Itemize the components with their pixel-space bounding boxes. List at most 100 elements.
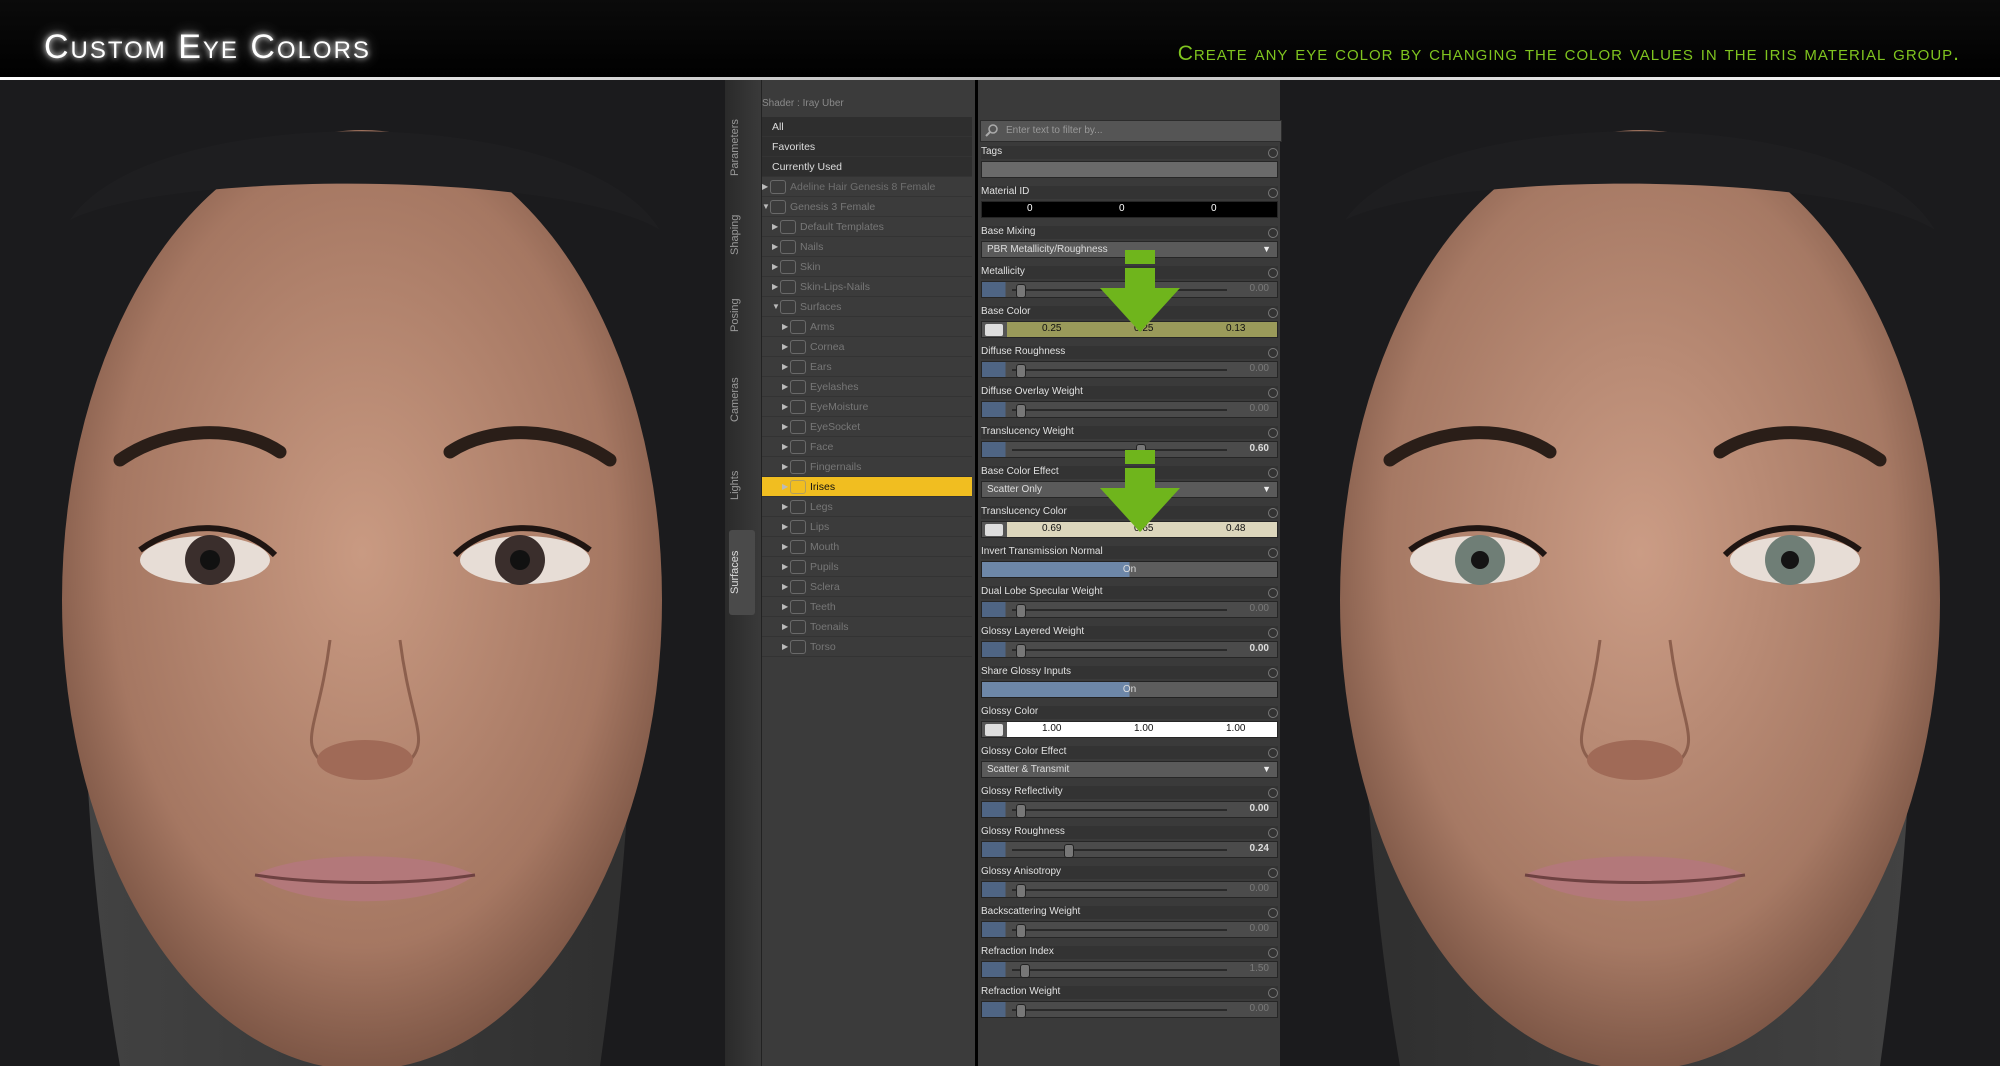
slider-track[interactable] xyxy=(1012,409,1227,411)
slider-value[interactable]: 0.00 xyxy=(1250,363,1269,374)
channel-value[interactable]: 0.69 xyxy=(1042,523,1061,534)
slider-track[interactable] xyxy=(1012,969,1227,971)
tree-item[interactable]: ▶ EyeMoisture xyxy=(762,397,972,417)
color-field[interactable]: 1.00 1.00 1.00 xyxy=(981,721,1278,738)
property-slider[interactable]: 0.24 xyxy=(981,841,1278,858)
tree-item-selected[interactable]: ▶ Irises xyxy=(762,477,972,497)
slider-track[interactable] xyxy=(1012,1009,1227,1011)
tree-item[interactable]: ▶ Mouth xyxy=(762,537,972,557)
property-toggle[interactable]: On xyxy=(981,681,1278,698)
slider-knob[interactable] xyxy=(1016,404,1026,418)
slider-value[interactable]: 0.00 xyxy=(1250,283,1269,294)
slider-value[interactable]: 0.00 xyxy=(1250,643,1269,654)
tree-item[interactable]: ▶ Eyelashes xyxy=(762,377,972,397)
expand-caret-icon[interactable]: ▶ xyxy=(772,262,780,271)
property-options-icon[interactable] xyxy=(1268,708,1278,718)
property-options-icon[interactable] xyxy=(1268,188,1278,198)
tab-shaping[interactable]: Shaping xyxy=(729,200,755,270)
expand-caret-icon[interactable]: ▶ xyxy=(782,522,790,531)
slider-knob[interactable] xyxy=(1016,1004,1026,1018)
tree-item[interactable]: ▶ Cornea xyxy=(762,337,972,357)
slider-track[interactable] xyxy=(1012,889,1227,891)
tree-item[interactable]: ▶ Fingernails xyxy=(762,457,972,477)
property-options-icon[interactable] xyxy=(1268,748,1278,758)
expand-caret-icon[interactable]: ▶ xyxy=(782,342,790,351)
tree-item[interactable]: ▼ Surfaces xyxy=(762,297,972,317)
expand-caret-icon[interactable]: ▶ xyxy=(782,382,790,391)
tree-item[interactable]: Currently Used xyxy=(762,157,972,177)
property-options-icon[interactable] xyxy=(1268,428,1278,438)
property-options-icon[interactable] xyxy=(1268,548,1278,558)
property-options-icon[interactable] xyxy=(1268,468,1278,478)
property-options-icon[interactable] xyxy=(1268,948,1278,958)
expand-caret-icon[interactable]: ▶ xyxy=(782,602,790,611)
tree-item[interactable]: ▶ Default Templates xyxy=(762,217,972,237)
slider-value[interactable]: 0.60 xyxy=(1250,443,1269,454)
slider-value[interactable]: 0.00 xyxy=(1250,1003,1269,1014)
property-options-icon[interactable] xyxy=(1268,828,1278,838)
property-options-icon[interactable] xyxy=(1268,588,1278,598)
expand-caret-icon[interactable]: ▶ xyxy=(782,462,790,471)
property-options-icon[interactable] xyxy=(1268,508,1278,518)
slider-knob[interactable] xyxy=(1016,804,1026,818)
material-id-field[interactable]: 0 0 0 xyxy=(981,201,1278,218)
expand-caret-icon[interactable]: ▶ xyxy=(782,502,790,511)
tree-item[interactable]: ▶ Skin xyxy=(762,257,972,277)
property-slider[interactable]: 0.00 xyxy=(981,881,1278,898)
property-options-icon[interactable] xyxy=(1268,908,1278,918)
tree-item[interactable]: ▶ Lips xyxy=(762,517,972,537)
expand-caret-icon[interactable]: ▶ xyxy=(782,422,790,431)
tree-item[interactable]: ▼ Genesis 3 Female xyxy=(762,197,972,217)
property-options-icon[interactable] xyxy=(1268,668,1278,678)
expand-caret-icon[interactable]: ▶ xyxy=(782,322,790,331)
tree-item[interactable]: ▶ Teeth xyxy=(762,597,972,617)
slider-value[interactable]: 1.50 xyxy=(1250,963,1269,974)
expand-caret-icon[interactable]: ▶ xyxy=(782,442,790,451)
property-slider[interactable]: 1.50 xyxy=(981,961,1278,978)
expand-caret-icon[interactable]: ▶ xyxy=(782,482,790,491)
slider-value[interactable]: 0.00 xyxy=(1250,403,1269,414)
slider-value[interactable]: 0.00 xyxy=(1250,883,1269,894)
expand-caret-icon[interactable]: ▶ xyxy=(782,362,790,371)
tree-item[interactable]: ▶ Nails xyxy=(762,237,972,257)
expand-caret-icon[interactable]: ▶ xyxy=(782,582,790,591)
tree-item[interactable]: ▶ Skin-Lips-Nails xyxy=(762,277,972,297)
property-options-icon[interactable] xyxy=(1268,228,1278,238)
slider-knob[interactable] xyxy=(1016,924,1026,938)
slider-track[interactable] xyxy=(1012,369,1227,371)
expand-caret-icon[interactable]: ▼ xyxy=(772,302,780,311)
tree-item[interactable]: All xyxy=(762,117,972,137)
color-picker-icon[interactable] xyxy=(985,324,1003,336)
property-slider[interactable]: 0.00 xyxy=(981,401,1278,418)
property-options-icon[interactable] xyxy=(1268,308,1278,318)
property-options-icon[interactable] xyxy=(1268,788,1278,798)
slider-knob[interactable] xyxy=(1016,284,1026,298)
channel-value[interactable]: 0.25 xyxy=(1042,323,1061,334)
slider-track[interactable] xyxy=(1012,809,1227,811)
slider-value[interactable]: 0.00 xyxy=(1250,803,1269,814)
property-slider[interactable]: 0.00 xyxy=(981,601,1278,618)
slider-track[interactable] xyxy=(1012,649,1227,651)
slider-value[interactable]: 0.24 xyxy=(1250,843,1269,854)
color-picker-icon[interactable] xyxy=(985,724,1003,736)
slider-track[interactable] xyxy=(1012,609,1227,611)
property-toggle[interactable]: On xyxy=(981,561,1278,578)
expand-caret-icon[interactable]: ▶ xyxy=(782,562,790,571)
slider-track[interactable] xyxy=(1012,929,1227,931)
tab-surfaces[interactable]: Surfaces xyxy=(729,530,755,615)
tags-field[interactable] xyxy=(981,161,1278,178)
expand-caret-icon[interactable]: ▶ xyxy=(772,282,780,291)
property-dropdown[interactable]: Scatter & Transmit ▼ xyxy=(981,761,1278,778)
property-options-icon[interactable] xyxy=(1268,628,1278,638)
channel-value[interactable]: 1.00 xyxy=(1042,723,1061,734)
expand-caret-icon[interactable]: ▶ xyxy=(782,642,790,651)
property-slider[interactable]: 0.00 xyxy=(981,641,1278,658)
slider-knob[interactable] xyxy=(1016,604,1026,618)
slider-knob[interactable] xyxy=(1016,644,1026,658)
tree-item[interactable]: ▶ Sclera xyxy=(762,577,972,597)
tree-item[interactable]: ▶ Torso xyxy=(762,637,972,657)
property-options-icon[interactable] xyxy=(1268,868,1278,878)
tree-item[interactable]: ▶ Toenails xyxy=(762,617,972,637)
property-slider[interactable]: 0.00 xyxy=(981,1001,1278,1018)
tab-posing[interactable]: Posing xyxy=(729,280,755,350)
